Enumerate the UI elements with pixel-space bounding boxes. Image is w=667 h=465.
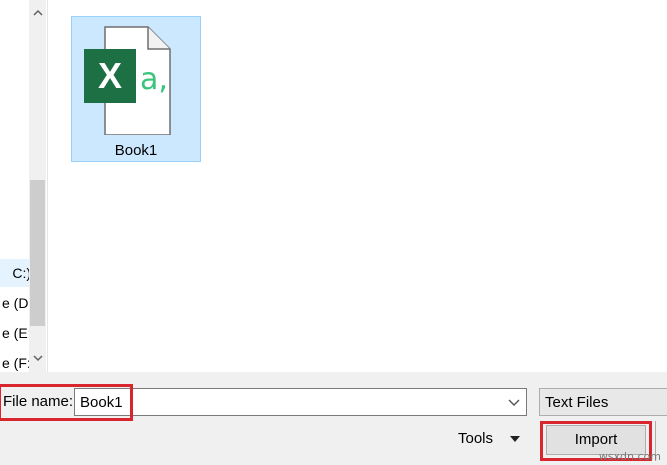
drive-label: C:)	[12, 265, 29, 281]
csv-badge: a,	[140, 62, 168, 97]
file-name-value: Book1	[80, 394, 123, 411]
bottom-bar: File name: Book1 Text Files Tools Import	[0, 372, 667, 465]
drive-label: e (D:)	[2, 295, 29, 311]
scroll-down-arrow-icon[interactable]	[29, 350, 46, 367]
excel-csv-icon: X a,	[84, 26, 171, 135]
file-type-select[interactable]: Text Files	[539, 388, 667, 416]
drive-item-d[interactable]: e (D:)	[0, 289, 29, 317]
tools-label: Tools	[458, 430, 494, 447]
file-tile-book1[interactable]: X a, Book1	[71, 16, 201, 162]
chevron-down-icon[interactable]	[506, 393, 522, 411]
caret-down-icon	[510, 436, 520, 442]
drive-label: e (E:)	[2, 325, 29, 341]
scroll-thumb[interactable]	[30, 180, 45, 326]
file-name-label: File name:	[3, 393, 74, 410]
watermark: wsxdn.com	[598, 450, 661, 463]
excel-letter: X	[98, 55, 122, 96]
drive-item-c[interactable]: C:)	[0, 259, 29, 287]
navigation-pane: C:) e (D:) e (E:) e (F:)	[0, 0, 48, 372]
scroll-up-arrow-icon[interactable]	[29, 4, 46, 21]
tools-button[interactable]: Tools	[448, 426, 528, 452]
file-list-area[interactable]: X a, Book1	[48, 0, 667, 372]
drive-item-f[interactable]: e (F:)	[0, 349, 29, 372]
file-type-value: Text Files	[545, 394, 609, 411]
drive-label: e (F:)	[2, 355, 29, 371]
drive-item-e[interactable]: e (E:)	[0, 319, 29, 347]
file-name-label: Book1	[114, 142, 158, 159]
vertical-scrollbar[interactable]	[29, 0, 46, 372]
file-name-input[interactable]: Book1	[74, 388, 527, 416]
